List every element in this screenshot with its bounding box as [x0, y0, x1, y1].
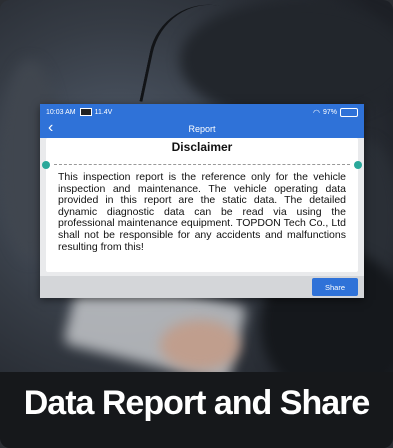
card-marker-right	[354, 161, 362, 169]
nav-bar: ‹ Report	[40, 120, 364, 138]
divider	[54, 164, 350, 165]
disclaimer-text: This inspection report is the reference …	[58, 171, 346, 253]
status-bar: 10:03 AM 11.4V ◠ 97%	[40, 104, 364, 120]
share-button[interactable]: Share	[312, 278, 358, 296]
disclaimer-title: Disclaimer	[171, 140, 233, 154]
page-title: Report	[188, 124, 216, 134]
promo-frame: 10:03 AM 11.4V ◠ 97% ‹ Report Disclaimer…	[0, 0, 393, 448]
status-time: 10:03 AM	[46, 108, 76, 116]
disclaimer-card: Disclaimer This inspection report is the…	[42, 138, 362, 272]
battery-icon	[340, 107, 358, 117]
wifi-icon: ◠	[313, 107, 320, 117]
promo-caption: Data Report and Share	[23, 384, 371, 422]
status-battery-percent: 97%	[322, 108, 337, 116]
hand-image	[160, 320, 240, 370]
car-battery-icon	[79, 108, 92, 116]
tablet-screen: 10:03 AM 11.4V ◠ 97% ‹ Report Disclaimer…	[40, 104, 364, 298]
card-marker-left	[42, 161, 50, 169]
footer-bar: Share	[40, 276, 364, 298]
status-voltage: 11.4V	[94, 108, 113, 116]
